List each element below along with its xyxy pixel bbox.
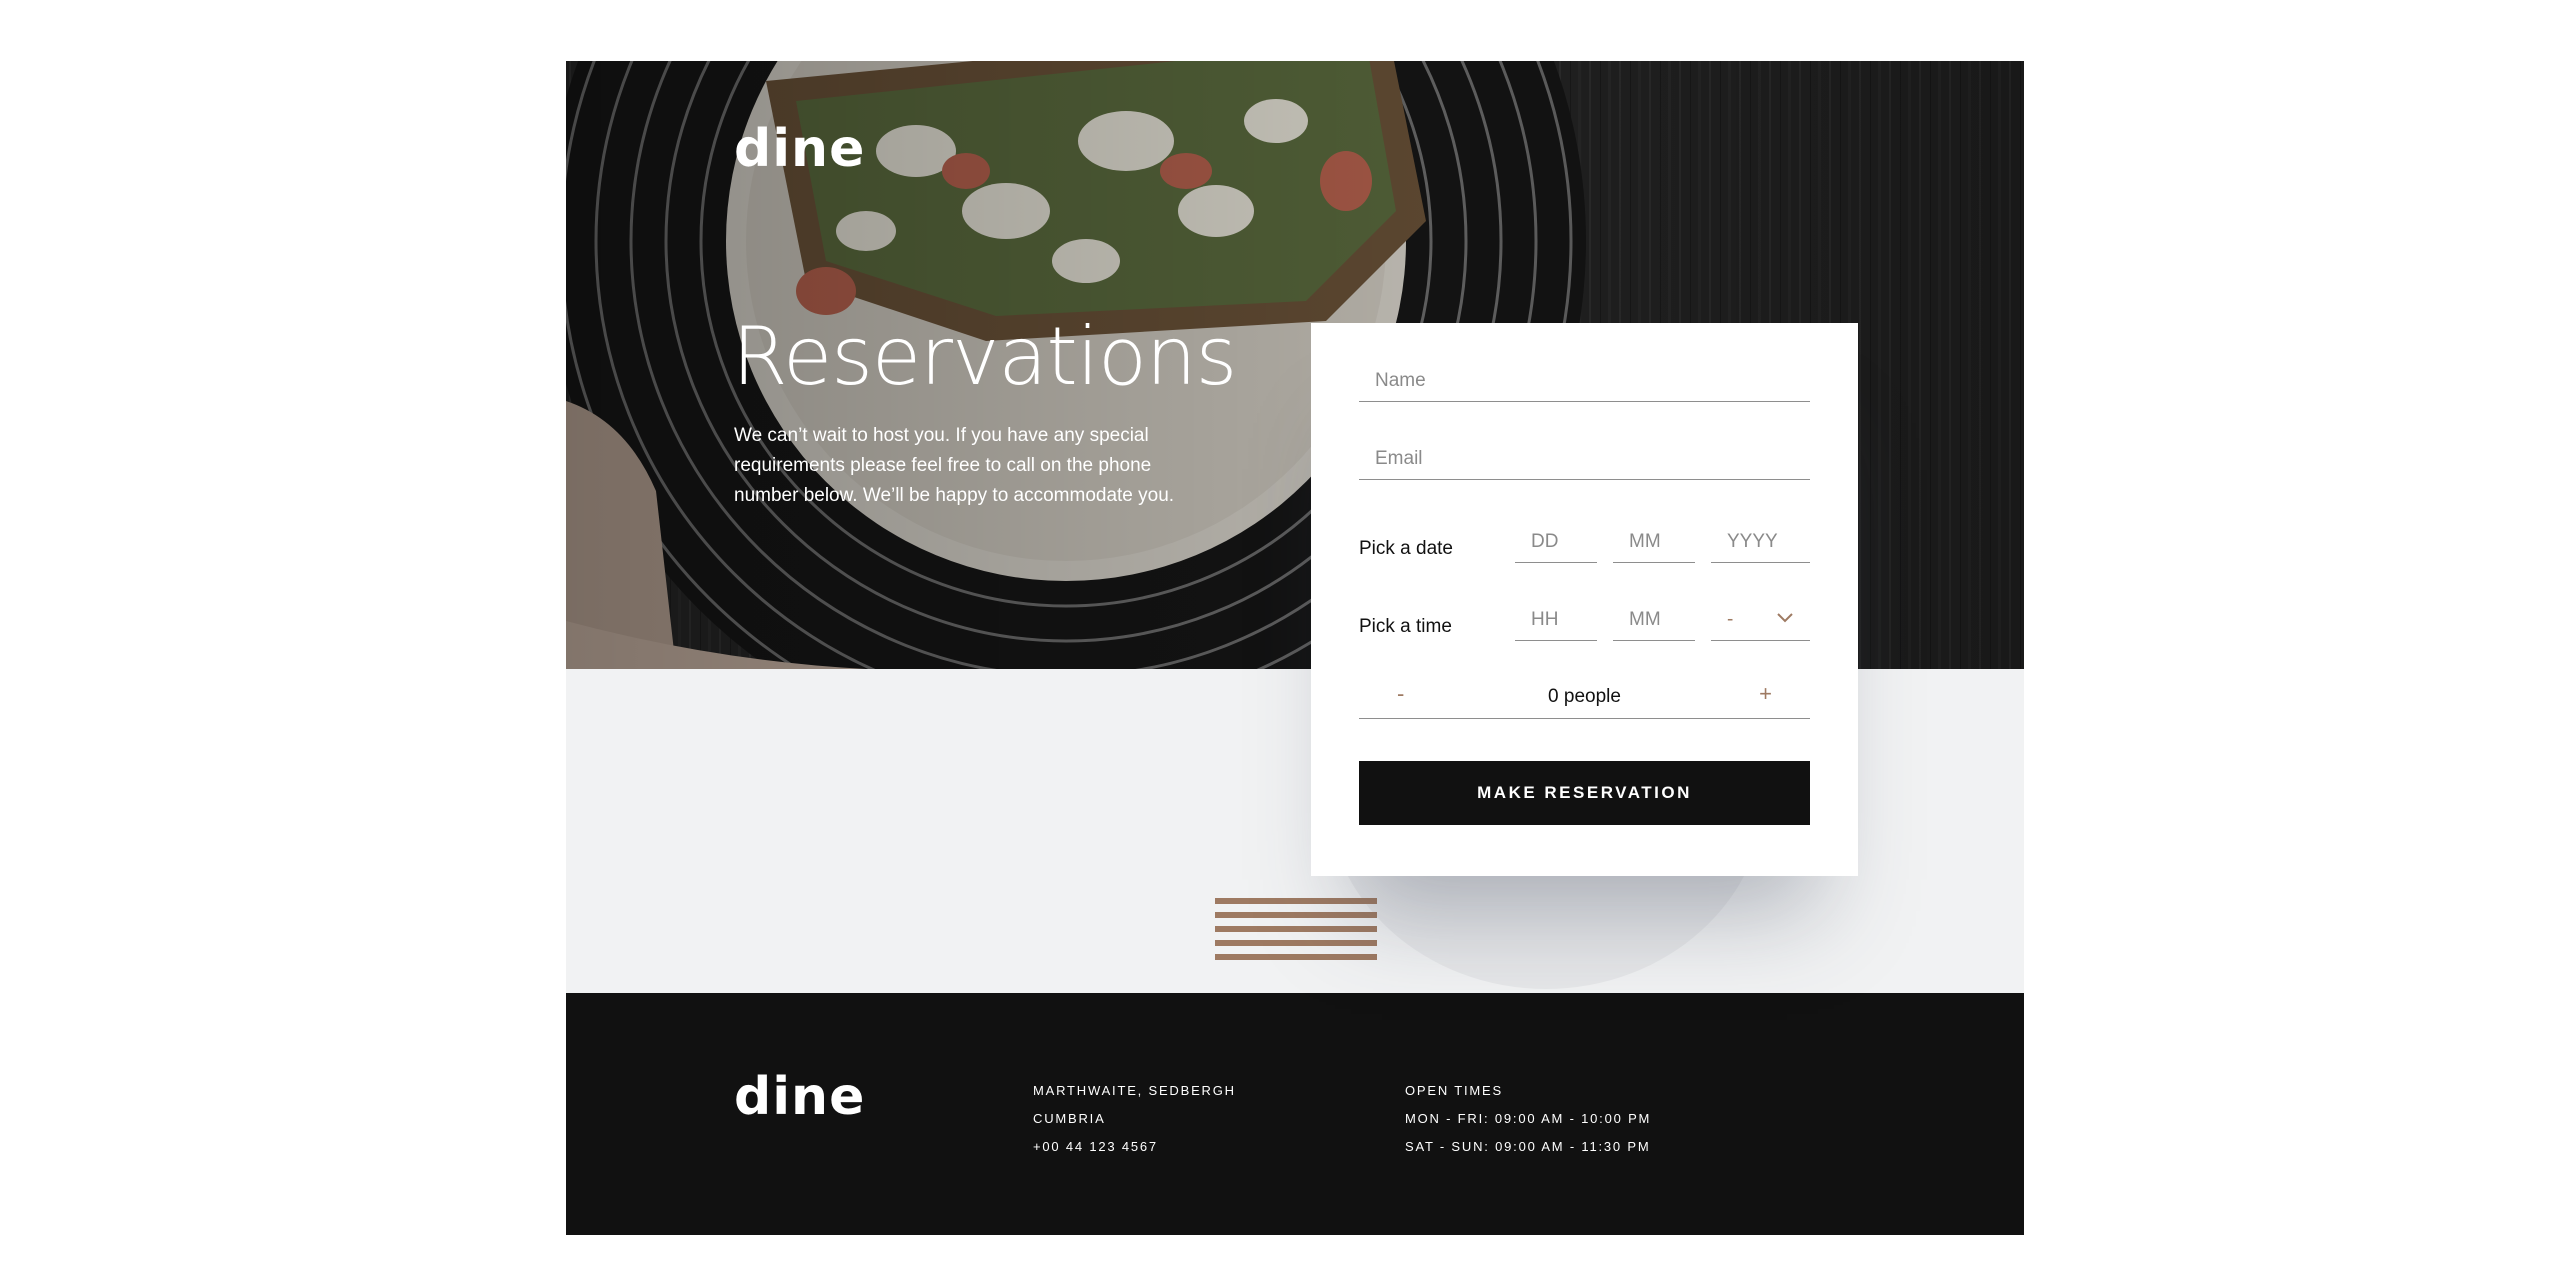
people-stepper: - 0 people + bbox=[1359, 677, 1810, 719]
increase-people-button[interactable]: + bbox=[1759, 681, 1772, 707]
ampm-select[interactable]: - bbox=[1711, 599, 1810, 641]
date-day-input[interactable] bbox=[1515, 521, 1597, 563]
footer-logo[interactable]: dine bbox=[734, 1071, 865, 1123]
page-title: Reservations bbox=[732, 310, 1237, 403]
address-line: CUMBRIA bbox=[1033, 1111, 1106, 1126]
address-line: MARTHWAITE, SEDBERGH bbox=[1033, 1083, 1236, 1098]
hours-weekdays: MON - FRI: 09:00 AM - 10:00 PM bbox=[1405, 1111, 1652, 1126]
footer: dine MARTHWAITE, SEDBERGH CUMBRIA +00 44… bbox=[566, 993, 2024, 1235]
phone-number: +00 44 123 4567 bbox=[1033, 1139, 1158, 1154]
header-logo[interactable]: dine bbox=[734, 123, 865, 175]
people-count: 0 people bbox=[1548, 686, 1621, 707]
time-minute-input[interactable] bbox=[1613, 599, 1695, 641]
reservation-form: Pick a date Pick a time - - 0 people + M… bbox=[1311, 323, 1858, 876]
hours-heading: OPEN TIMES bbox=[1405, 1083, 1503, 1098]
chevron-down-icon bbox=[1777, 613, 1793, 623]
decorative-lines-pattern bbox=[1215, 898, 1377, 968]
ampm-value: - bbox=[1727, 609, 1734, 630]
make-reservation-button[interactable]: MAKE RESERVATION bbox=[1359, 761, 1810, 825]
hero-description: We can’t wait to host you. If you have a… bbox=[734, 425, 1175, 506]
date-label: Pick a date bbox=[1359, 538, 1453, 559]
hours-weekends: SAT - SUN: 09:00 AM - 11:30 PM bbox=[1405, 1139, 1651, 1154]
time-label: Pick a time bbox=[1359, 616, 1452, 637]
name-input[interactable] bbox=[1359, 360, 1810, 402]
time-hour-input[interactable] bbox=[1515, 599, 1597, 641]
footer-hours: OPEN TIMES MON - FRI: 09:00 AM - 10:00 P… bbox=[1405, 1077, 1651, 1161]
date-month-input[interactable] bbox=[1613, 521, 1695, 563]
email-input[interactable] bbox=[1359, 438, 1810, 480]
page: dine Reservations We can’t wait to host … bbox=[566, 61, 2024, 1235]
footer-address: MARTHWAITE, SEDBERGH CUMBRIA +00 44 123 … bbox=[1033, 1077, 1236, 1161]
date-year-input[interactable] bbox=[1711, 521, 1810, 563]
